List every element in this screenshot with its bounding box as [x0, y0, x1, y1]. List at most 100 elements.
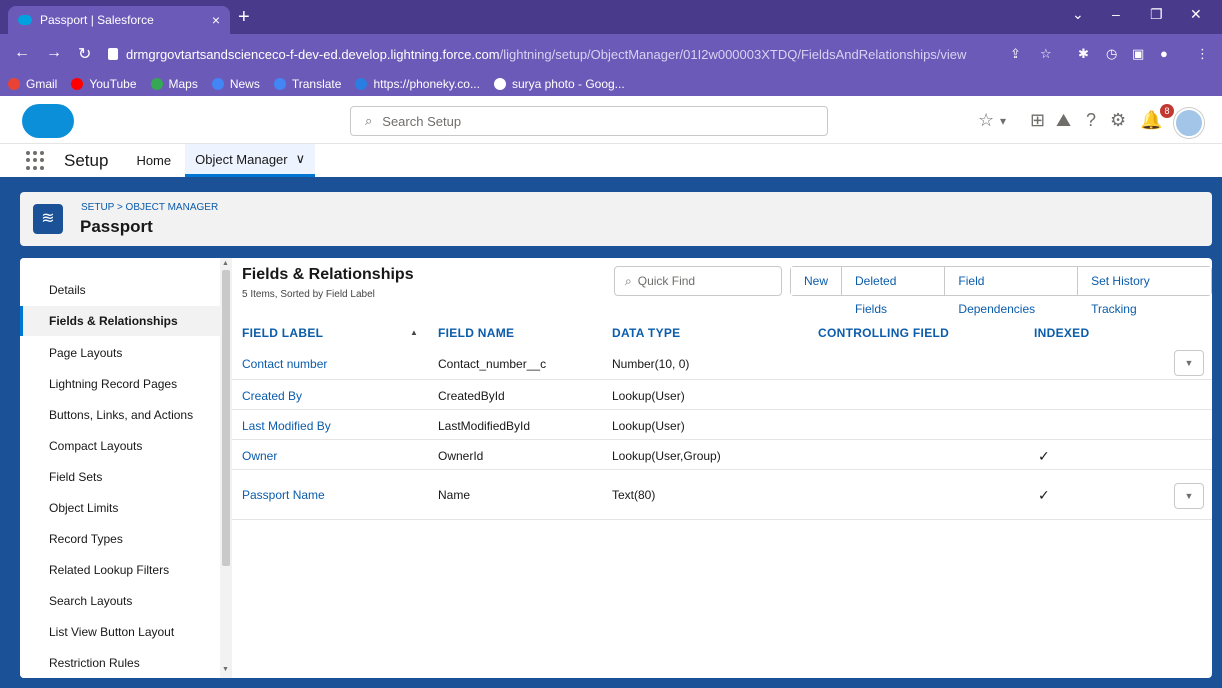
bookmark-surya-photo[interactable]: surya photo - Goog... — [493, 77, 625, 91]
item-count-subtitle: 5 Items, Sorted by Field Label — [242, 289, 375, 300]
field-data-type: Text(80) — [612, 488, 656, 502]
field-label-link[interactable]: Last Modified By — [242, 419, 331, 433]
gmail-icon — [8, 78, 20, 90]
bookmark-label: Translate — [291, 77, 342, 91]
bookmark-label: YouTube — [89, 77, 137, 91]
bookmark-translate[interactable]: Translate — [273, 77, 342, 91]
url-path: /lightning/setup/ObjectManager/01I2w0000… — [499, 46, 967, 62]
field-data-type: Lookup(User) — [612, 389, 685, 403]
sidebar-item-restriction-rules[interactable]: Restriction Rules — [20, 648, 220, 678]
back-icon[interactable]: ← — [14, 44, 30, 62]
nav-object-manager[interactable]: Object Manager ∨ — [185, 144, 316, 177]
share-icon[interactable]: ⇪ — [1010, 46, 1021, 62]
field-label-link[interactable]: Created By — [242, 389, 302, 403]
sidebar-item-compact-layouts[interactable]: Compact Layouts — [20, 431, 220, 461]
bookmark-youtube[interactable]: YouTube — [71, 77, 137, 91]
user-avatar[interactable] — [1174, 108, 1204, 138]
new-tab-button[interactable]: + — [238, 6, 250, 28]
global-header: ⌕ Search Setup ☆ ▾ ⊞ ⛰ ? ⚙ 🔔 — [0, 96, 1222, 144]
app-navigation: Setup Home Object Manager ∨ — [0, 144, 1222, 180]
table-header: FIELD LABEL ▲ FIELD NAME DATA TYPE CONTR… — [232, 322, 1212, 344]
quick-find-input[interactable]: ⌕ Quick Find — [614, 266, 782, 296]
field-label-link[interactable]: Contact number — [242, 357, 327, 371]
field-api-name: CreatedById — [438, 389, 505, 403]
sidebar-item-field-sets[interactable]: Field Sets — [20, 462, 220, 492]
favorites-dropdown-icon[interactable]: ▾ — [1000, 114, 1006, 128]
favorites-star-icon[interactable]: ☆ — [978, 110, 994, 131]
bookmark-phoneky[interactable]: https://phoneky.co... — [355, 77, 480, 91]
sidebar-scrollbar[interactable]: ▲ ▼ — [220, 258, 232, 678]
bookmark-label: surya photo - Goog... — [511, 77, 625, 91]
table-row: Passport Name Name Text(80) ✓ ▼ — [232, 470, 1212, 520]
reload-icon[interactable]: ↻ — [78, 44, 91, 64]
row-actions-dropdown-icon[interactable]: ▼ — [1174, 350, 1204, 376]
bookmark-news[interactable]: News — [211, 77, 260, 91]
menu-icon[interactable]: ⋮ — [1196, 46, 1209, 62]
column-data-type[interactable]: DATA TYPE — [612, 326, 680, 340]
notification-badge: 8 — [1160, 104, 1174, 118]
sidebar-item-details[interactable]: Details — [20, 275, 220, 305]
object-layers-icon: ≋ — [33, 204, 63, 234]
minimize-icon[interactable]: – — [1112, 6, 1120, 22]
setup-gear-icon[interactable]: ⚙ — [1110, 110, 1126, 131]
sidebar-item-related-lookup-filters[interactable]: Related Lookup Filters — [20, 555, 220, 585]
row-actions-dropdown-icon[interactable]: ▼ — [1174, 483, 1204, 509]
tab-search-icon[interactable]: ⌄ — [1072, 6, 1084, 23]
chevron-down-icon[interactable]: ∨ — [296, 151, 306, 167]
scrollbar-thumb[interactable] — [222, 270, 230, 566]
scroll-up-icon[interactable]: ▲ — [222, 260, 229, 267]
restore-icon[interactable]: ❐ — [1150, 6, 1163, 23]
url-field[interactable]: drmgrgovtartsandscienceco-f-dev-ed.devel… — [108, 42, 998, 66]
field-data-type: Number(10, 0) — [612, 357, 690, 371]
set-history-tracking-button[interactable]: Set History Tracking — [1078, 267, 1211, 316]
sidebar-item-page-layouts[interactable]: Page Layouts — [20, 338, 220, 368]
notifications-bell-icon[interactable]: 🔔 — [1140, 110, 1162, 131]
bookmark-star-icon[interactable]: ☆ — [1040, 46, 1052, 62]
deleted-fields-button[interactable]: Deleted Fields — [842, 267, 946, 316]
column-indexed[interactable]: INDEXED — [1034, 326, 1089, 340]
sidebar-item-search-layouts[interactable]: Search Layouts — [20, 586, 220, 616]
profile-icon[interactable]: ● — [1160, 46, 1168, 61]
indexed-check-icon: ✓ — [1038, 487, 1050, 503]
sidebar-item-buttons-links-actions[interactable]: Buttons, Links, and Actions — [20, 400, 220, 430]
history-icon[interactable]: ◷ — [1106, 46, 1117, 62]
field-label-link[interactable]: Passport Name — [242, 488, 325, 502]
bookmark-maps[interactable]: Maps — [150, 77, 198, 91]
search-setup-input[interactable]: ⌕ Search Setup — [350, 106, 828, 136]
field-api-name: OwnerId — [438, 449, 484, 463]
column-field-name[interactable]: FIELD NAME — [438, 326, 514, 340]
salesforce-favicon-icon — [18, 15, 32, 25]
column-controlling-field[interactable]: CONTROLLING FIELD — [818, 326, 949, 340]
sidebar-item-list-view-button-layout[interactable]: List View Button Layout — [20, 617, 220, 647]
object-sidebar: Details Fields & Relationships Page Layo… — [20, 258, 220, 678]
browser-tab-title: Passport | Salesforce — [40, 13, 154, 27]
breadcrumb[interactable]: SETUP > OBJECT MANAGER — [81, 202, 218, 213]
forward-icon[interactable]: → — [46, 44, 62, 62]
browser-tab[interactable]: Passport | Salesforce × — [8, 6, 230, 34]
url-host: drmgrgovtartsandscienceco-f-dev-ed.devel… — [126, 46, 500, 62]
sidebar-item-object-limits[interactable]: Object Limits — [20, 493, 220, 523]
trailhead-icon[interactable]: ⛰ — [1056, 110, 1071, 131]
extensions-icon[interactable]: ✱ — [1078, 46, 1089, 62]
global-actions-icon[interactable]: ⊞ — [1030, 110, 1045, 131]
sidebar-item-lightning-record-pages[interactable]: Lightning Record Pages — [20, 369, 220, 399]
close-tab-icon[interactable]: × — [212, 12, 220, 28]
bookmark-gmail[interactable]: Gmail — [8, 77, 57, 91]
scroll-down-icon[interactable]: ▼ — [222, 666, 229, 673]
new-field-button[interactable]: New — [791, 267, 843, 295]
field-dependencies-button[interactable]: Field Dependencies — [945, 267, 1079, 316]
help-icon[interactable]: ? — [1086, 110, 1096, 131]
sort-ascending-icon[interactable]: ▲ — [410, 328, 418, 337]
field-label-link[interactable]: Owner — [242, 449, 277, 463]
salesforce-logo-icon[interactable] — [22, 104, 74, 138]
sidebar-item-fields-relationships[interactable]: Fields & Relationships — [20, 306, 220, 336]
app-launcher-icon[interactable] — [26, 150, 46, 171]
section-title: Fields & Relationships — [242, 266, 414, 283]
column-field-label[interactable]: FIELD LABEL — [242, 326, 323, 340]
table-row: Created By CreatedById Lookup(User) — [232, 380, 1212, 410]
table-row: Last Modified By LastModifiedById Lookup… — [232, 410, 1212, 440]
sidepanel-icon[interactable]: ▣ — [1132, 46, 1144, 62]
nav-home[interactable]: Home — [136, 153, 171, 168]
close-window-icon[interactable]: ✕ — [1190, 6, 1202, 23]
sidebar-item-record-types[interactable]: Record Types — [20, 524, 220, 554]
